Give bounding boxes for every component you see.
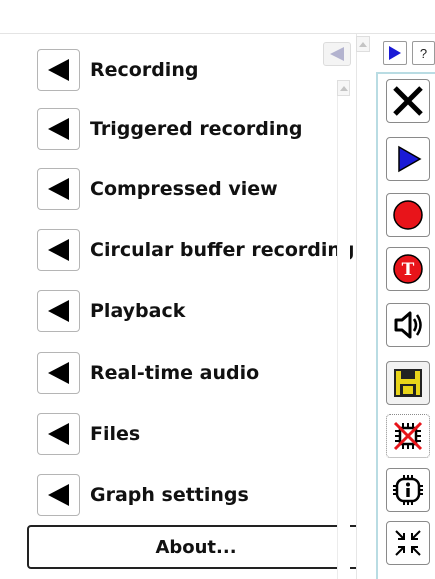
speaker-icon (394, 311, 422, 339)
menu-item-files[interactable]: Files (0, 413, 336, 457)
expand-arrow-button[interactable] (37, 168, 80, 210)
trigger-letter: T (402, 260, 415, 280)
play-icon (398, 145, 422, 173)
triangle-left-icon (47, 484, 69, 506)
triangle-left-icon (47, 362, 69, 384)
expand-arrow-button[interactable] (37, 413, 80, 455)
top-bar (0, 0, 435, 34)
menu-item-graph-settings[interactable]: Graph settings (0, 474, 336, 518)
expand-arrow-button[interactable] (37, 474, 80, 516)
triangle-left-icon (330, 47, 344, 61)
toolbar-scrollbar[interactable] (356, 34, 370, 579)
expand-arrow-button[interactable] (37, 229, 80, 271)
menu-item-label: Playback (90, 300, 186, 322)
menu-item-circular-buffer-recording[interactable]: Circular buffer recording (0, 229, 355, 273)
close-button[interactable] (386, 79, 430, 123)
triangle-left-icon (47, 239, 69, 261)
menu-item-label: Files (90, 423, 141, 445)
expand-arrow-button[interactable] (37, 49, 80, 91)
chevron-up-icon (339, 85, 348, 91)
info-chip-icon (393, 475, 423, 505)
menu-item-playback[interactable]: Playback (0, 290, 336, 334)
expand-arrow-button[interactable] (37, 108, 80, 150)
collapse-view-button[interactable] (386, 521, 430, 565)
menu-scrollbar[interactable] (337, 80, 350, 579)
collapse-arrows-icon (395, 530, 421, 556)
save-icon (394, 369, 422, 397)
triggered-record-icon: T (393, 254, 423, 284)
menu-item-label: Triggered recording (90, 118, 303, 140)
menu-item-label: Recording (90, 59, 199, 81)
record-button[interactable] (386, 193, 430, 237)
help-label: ? (419, 45, 428, 61)
triangle-left-icon (47, 423, 69, 445)
expand-arrow-button[interactable] (37, 352, 80, 394)
collapse-panel-button[interactable] (323, 42, 351, 66)
menu-item-compressed-view[interactable]: Compressed view (0, 168, 336, 212)
menu-item-label: Circular buffer recording (90, 239, 355, 261)
triangle-left-icon (47, 59, 69, 81)
menu-item-triggered-recording[interactable]: Triggered recording (0, 108, 336, 152)
info-button[interactable] (386, 468, 430, 512)
triangle-right-icon (389, 46, 401, 60)
play-button[interactable] (386, 137, 430, 181)
audio-button[interactable] (386, 303, 430, 347)
menu-item-label: Compressed view (90, 178, 278, 200)
close-x-icon (393, 86, 423, 116)
save-button[interactable] (386, 361, 430, 405)
menu-item-label: Real-time audio (90, 362, 260, 384)
menu-item-label: Graph settings (90, 484, 249, 506)
about-button[interactable]: About... (27, 525, 365, 569)
help-button[interactable]: ? (412, 41, 435, 65)
record-icon (393, 200, 423, 230)
triangle-left-icon (47, 300, 69, 322)
expand-toolbar-button[interactable] (383, 41, 407, 65)
menu-item-real-time-audio[interactable]: Real-time audio (0, 352, 336, 396)
scroll-up-arrow[interactable] (337, 80, 350, 96)
chip-disabled-icon (393, 421, 423, 451)
menu-item-recording[interactable]: Recording (0, 49, 336, 93)
triangle-left-icon (47, 118, 69, 140)
menu-panel: Recording Triggered recording Compressed… (0, 34, 355, 579)
hardware-disabled-button[interactable] (386, 414, 430, 458)
toolbar-scroll-up-arrow[interactable] (356, 36, 370, 52)
triggered-record-button[interactable]: T (386, 247, 430, 291)
chevron-up-icon (359, 41, 367, 47)
triangle-left-icon (47, 178, 69, 200)
expand-arrow-button[interactable] (37, 290, 80, 332)
